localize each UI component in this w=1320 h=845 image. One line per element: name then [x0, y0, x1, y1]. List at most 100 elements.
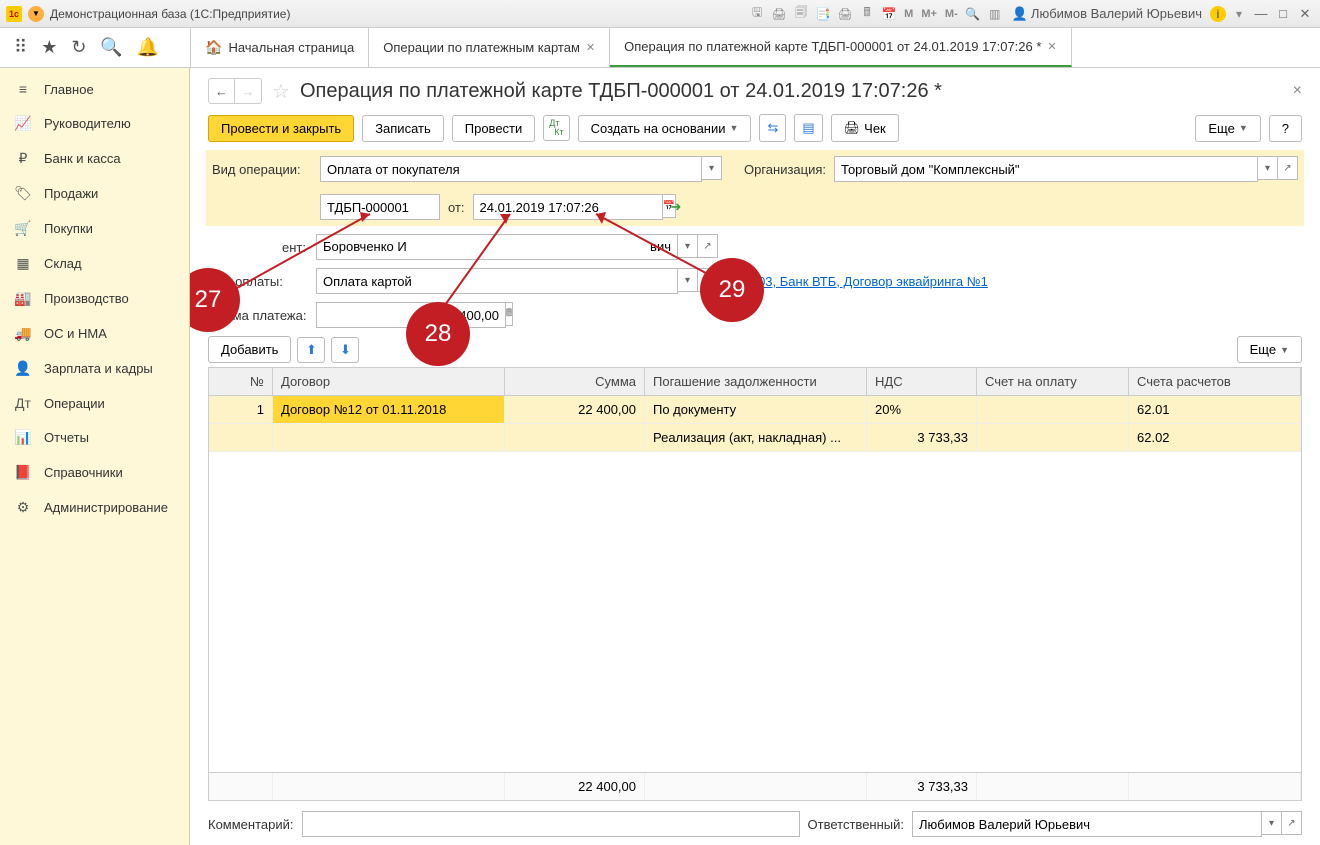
- table-more-button[interactable]: Еще▼: [1237, 336, 1302, 363]
- nav-label: Склад: [44, 256, 82, 271]
- add-row-button[interactable]: Добавить: [208, 336, 291, 363]
- nav-icon: ⚙: [14, 499, 32, 516]
- calculator-icon[interactable]: 🖩: [506, 302, 513, 326]
- minimize-button[interactable]: —: [1252, 6, 1270, 22]
- post-button[interactable]: Провести: [452, 115, 536, 142]
- th-accounts[interactable]: Счета расчетов: [1129, 368, 1301, 395]
- save-button[interactable]: Записать: [362, 115, 444, 142]
- sidebar-item[interactable]: 📕Справочники: [0, 455, 189, 490]
- tab-operation-card[interactable]: Операция по платежной карте ТДБП-000001 …: [610, 28, 1072, 67]
- print2-icon[interactable]: 🖨: [836, 5, 854, 23]
- sidebar-item[interactable]: 🏭Производство: [0, 281, 189, 316]
- tab-operations-list[interactable]: Операции по платежным картам✕: [369, 28, 610, 67]
- open-icon[interactable]: ↗: [1282, 811, 1302, 835]
- comment-input[interactable]: [302, 811, 800, 837]
- attachments-button[interactable]: ▤: [794, 114, 822, 142]
- open-icon[interactable]: ↗: [1278, 156, 1298, 180]
- close-page-button[interactable]: ×: [1293, 82, 1302, 100]
- close-icon[interactable]: ✕: [586, 41, 595, 54]
- save-icon[interactable]: 🖫: [748, 5, 766, 23]
- sidebar-item[interactable]: 🏷Продажи: [0, 176, 189, 211]
- history-icon[interactable]: ↻: [71, 37, 86, 58]
- th-number[interactable]: №: [209, 368, 273, 395]
- th-invoice[interactable]: Счет на оплату: [977, 368, 1129, 395]
- structure-button[interactable]: ⇆: [759, 114, 786, 142]
- calendar-icon[interactable]: 📅: [880, 5, 898, 23]
- printer-icon: 🖨: [844, 120, 861, 136]
- dropdown-icon[interactable]: ▾: [1230, 5, 1248, 23]
- date-input[interactable]: [473, 194, 663, 220]
- label-operation-type: Вид операции:: [212, 162, 312, 177]
- content-area: ← → ☆ Операция по платежной карте ТДБП-0…: [190, 68, 1320, 845]
- label-counterparty: ент:: [208, 240, 308, 255]
- nav-icon: 📈: [14, 115, 32, 132]
- dropdown-icon[interactable]: ▾: [1262, 811, 1282, 835]
- check-button[interactable]: 🖨Чек: [831, 114, 899, 142]
- nav-icon: 🏭: [14, 290, 32, 307]
- sidebar-item[interactable]: ≡Главное: [0, 72, 189, 106]
- th-sum[interactable]: Сумма: [505, 368, 645, 395]
- sidebar-item[interactable]: ₽Банк и касса: [0, 141, 189, 176]
- memory-m[interactable]: M: [902, 8, 915, 20]
- move-up-button[interactable]: ⬆: [297, 337, 325, 363]
- sidebar-item[interactable]: ДтОперации: [0, 386, 189, 420]
- footer-vat: 3 733,33: [867, 773, 977, 800]
- maximize-button[interactable]: □: [1274, 6, 1292, 22]
- forward-button[interactable]: →: [235, 79, 261, 103]
- table-row[interactable]: Реализация (акт, накладная) ...3 733,336…: [209, 424, 1301, 452]
- help-button[interactable]: ?: [1269, 115, 1302, 142]
- operation-type-input[interactable]: [320, 156, 702, 182]
- dropdown-icon[interactable]: ▾: [1258, 156, 1278, 180]
- acquiring-link[interactable]: 57.03, Банк ВТБ, Договор эквайринга №1: [740, 274, 988, 289]
- sidebar-item[interactable]: 📊Отчеты: [0, 420, 189, 455]
- search-icon[interactable]: 🔍: [100, 37, 122, 58]
- zoom-icon[interactable]: 🔍: [964, 5, 982, 23]
- notifications-icon[interactable]: 🔔: [137, 37, 159, 58]
- favorite-icon[interactable]: ★: [41, 37, 57, 58]
- sidebar-item[interactable]: 📈Руководителю: [0, 106, 189, 141]
- th-contract[interactable]: Договор: [273, 368, 505, 395]
- favorite-star-icon[interactable]: ☆: [272, 79, 290, 104]
- nav-label: Главное: [44, 82, 94, 97]
- compare-icon[interactable]: 📑: [814, 5, 832, 23]
- dropdown-icon[interactable]: ▾: [678, 268, 698, 292]
- counterparty-input[interactable]: Боровченко Ивич: [316, 234, 678, 260]
- memory-mplus[interactable]: M+: [919, 8, 939, 20]
- sidebar-item[interactable]: 🚚ОС и НМА: [0, 316, 189, 351]
- nav-label: Операции: [44, 396, 105, 411]
- sidebar-item[interactable]: 👤Зарплата и кадры: [0, 351, 189, 386]
- app-logo-icon: 1c: [6, 6, 22, 22]
- tab-home[interactable]: 🏠Начальная страница: [191, 28, 369, 67]
- print-icon[interactable]: 🖨: [770, 5, 788, 23]
- create-based-on-button[interactable]: Создать на основании▼: [578, 115, 752, 142]
- dropdown-icon[interactable]: ▾: [702, 156, 722, 180]
- sidebar-item[interactable]: 🛒Покупки: [0, 211, 189, 246]
- table-row[interactable]: 1Договор №12 от 01.11.201822 400,00По до…: [209, 396, 1301, 424]
- payment-type-input[interactable]: [316, 268, 678, 294]
- organization-input[interactable]: [834, 156, 1258, 182]
- th-debt[interactable]: Погашение задолженности: [645, 368, 867, 395]
- th-vat[interactable]: НДС: [867, 368, 977, 395]
- post-and-close-button[interactable]: Провести и закрыть: [208, 115, 354, 142]
- more-button[interactable]: Еще▼: [1195, 115, 1260, 142]
- back-button[interactable]: ←: [209, 79, 235, 103]
- responsible-input[interactable]: [912, 811, 1262, 837]
- sidebar-item[interactable]: ▦Склад: [0, 246, 189, 281]
- open-icon[interactable]: ↗: [698, 234, 718, 258]
- close-button[interactable]: ✕: [1296, 6, 1314, 22]
- panels-icon[interactable]: ▥: [986, 5, 1004, 23]
- memory-mminus[interactable]: M-: [943, 8, 960, 20]
- apps-icon[interactable]: ⠿: [14, 37, 27, 58]
- dropdown-icon[interactable]: ▾: [678, 234, 698, 258]
- calc-icon[interactable]: 🖩: [858, 5, 876, 23]
- close-icon[interactable]: ✕: [1047, 40, 1056, 53]
- move-down-button[interactable]: ⬇: [331, 337, 359, 363]
- dtkt-button[interactable]: Дт Кт: [543, 115, 569, 141]
- app-menu-dropdown-icon[interactable]: ▼: [28, 6, 44, 22]
- copy-icon[interactable]: 🗐: [792, 5, 810, 23]
- current-user[interactable]: 👤Любимов Валерий Юрьевич: [1008, 6, 1206, 22]
- number-input[interactable]: [320, 194, 440, 220]
- sidebar-item[interactable]: ⚙Администрирование: [0, 490, 189, 525]
- status-posted-icon: ➜: [671, 199, 682, 215]
- info-icon[interactable]: i: [1210, 6, 1226, 22]
